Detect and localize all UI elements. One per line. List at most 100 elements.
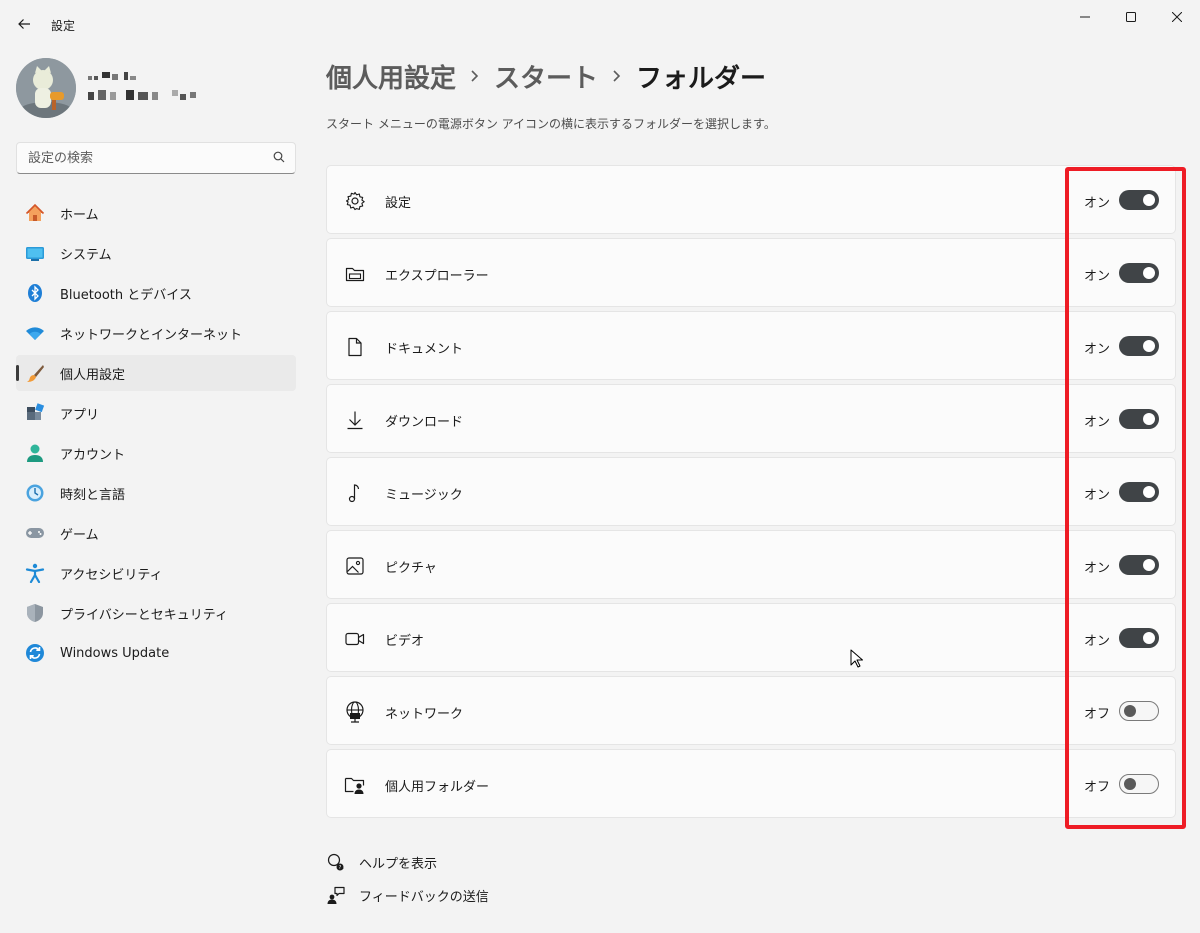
sidebar-item-time-language[interactable]: 時刻と言語 xyxy=(16,475,296,511)
sidebar-item-label: ゲーム xyxy=(60,527,99,543)
back-button[interactable] xyxy=(10,10,38,38)
search-icon xyxy=(273,151,285,163)
folder-label: ピクチャ xyxy=(385,561,437,576)
folder-label: ネットワーク xyxy=(385,707,464,722)
folder-label: エクスプローラー xyxy=(385,269,489,284)
folder-label: ビデオ xyxy=(385,634,425,649)
toggle-state-text: オン xyxy=(1084,415,1111,430)
folder-label: 個人用フォルダー xyxy=(385,780,490,795)
brush-icon xyxy=(25,363,45,383)
toggle-state-text: オン xyxy=(1084,342,1111,357)
toggle-state-text: オン xyxy=(1084,634,1111,649)
maximize-icon xyxy=(1126,12,1136,22)
feedback-icon xyxy=(326,885,346,905)
folder-row-music: ミュージック オン xyxy=(326,457,1176,526)
video-icon xyxy=(344,628,366,650)
minimize-button[interactable] xyxy=(1062,0,1108,34)
toggle-switch[interactable] xyxy=(1119,336,1159,356)
picture-icon xyxy=(344,555,366,577)
toggle-state-text: オン xyxy=(1084,269,1111,284)
back-arrow-icon xyxy=(18,19,30,29)
folder-label: 設定 xyxy=(385,196,412,211)
sidebar-item-network[interactable]: ネットワークとインターネット xyxy=(16,315,296,351)
folder-row-downloads: ダウンロード オン xyxy=(326,384,1176,453)
sidebar-item-label: ホーム xyxy=(60,207,99,223)
folder-row-personal-folder: 個人用フォルダー オフ xyxy=(326,749,1176,818)
mouse-cursor-icon xyxy=(850,649,863,668)
breadcrumb-personalization[interactable]: 個人用設定 xyxy=(326,58,456,95)
network-globe-icon xyxy=(344,701,366,723)
help-link[interactable]: ? ヘルプを表示 xyxy=(326,848,489,876)
account-icon xyxy=(25,443,45,463)
toggle-knob xyxy=(1143,267,1155,279)
svg-text:?: ? xyxy=(339,865,342,871)
music-note-icon xyxy=(344,482,366,504)
folder-label: ドキュメント xyxy=(385,342,464,357)
feedback-link[interactable]: フィードバックの送信 xyxy=(326,881,489,909)
file-explorer-icon xyxy=(344,263,366,285)
toggle-state-text: オン xyxy=(1084,196,1111,211)
sidebar-item-bluetooth[interactable]: Bluetooth とデバイス xyxy=(16,275,296,311)
sidebar-item-label: Windows Update xyxy=(60,645,170,661)
breadcrumb-start[interactable]: スタート xyxy=(494,58,598,95)
user-info-redacted xyxy=(88,72,196,100)
toggle-knob xyxy=(1143,632,1155,644)
feedback-link-label: フィードバックの送信 xyxy=(359,889,489,905)
footer-links: ? ヘルプを表示 フィードバックの送信 xyxy=(326,848,489,914)
close-icon xyxy=(1172,12,1182,22)
toggle-switch[interactable] xyxy=(1119,409,1159,429)
sidebar-item-windows-update[interactable]: Windows Update xyxy=(16,635,296,671)
sidebar-item-accessibility[interactable]: アクセシビリティ xyxy=(16,555,296,591)
toggle-switch[interactable] xyxy=(1119,482,1159,502)
sidebar-item-accounts[interactable]: アカウント xyxy=(16,435,296,471)
minimize-icon xyxy=(1080,16,1090,18)
sidebar-item-home[interactable]: ホーム xyxy=(16,195,296,231)
sidebar-item-privacy-security[interactable]: プライバシーとセキュリティ xyxy=(16,595,296,631)
folder-row-pictures: ピクチャ オン xyxy=(326,530,1176,599)
toggle-switch[interactable] xyxy=(1119,263,1159,283)
sidebar-item-gaming[interactable]: ゲーム xyxy=(16,515,296,551)
folder-row-explorer: エクスプローラー オン xyxy=(326,238,1176,307)
toggle-switch[interactable] xyxy=(1119,774,1159,794)
toggle-knob xyxy=(1143,413,1155,425)
sidebar-nav: ホーム システム Bluetooth とデバイス ネットワークとインターネット … xyxy=(16,195,296,675)
toggle-state-text: オフ xyxy=(1084,780,1111,795)
help-icon: ? xyxy=(326,852,346,872)
document-icon xyxy=(344,336,366,358)
system-icon xyxy=(25,243,45,263)
search-input[interactable] xyxy=(17,143,257,173)
sidebar-item-apps[interactable]: アプリ xyxy=(16,395,296,431)
sidebar-item-label: ネットワークとインターネット xyxy=(60,327,243,343)
help-link-label: ヘルプを表示 xyxy=(359,856,438,872)
search-box[interactable] xyxy=(16,142,296,174)
toggle-switch[interactable] xyxy=(1119,190,1159,210)
accessibility-icon xyxy=(25,563,45,583)
toggle-knob xyxy=(1143,340,1155,352)
close-button[interactable] xyxy=(1154,0,1200,34)
folder-list: 設定 オン エクスプローラー オン ドキュメント オン ダウンロード オン ミュ… xyxy=(326,165,1176,822)
folder-row-settings: 設定 オン xyxy=(326,165,1176,234)
download-icon xyxy=(344,409,366,431)
folder-label: ダウンロード xyxy=(385,415,464,430)
folder-row-videos: ビデオ オン xyxy=(326,603,1176,672)
toggle-switch[interactable] xyxy=(1119,555,1159,575)
sidebar-item-label: アクセシビリティ xyxy=(60,567,163,583)
chevron-right-icon xyxy=(470,69,480,83)
page-title: フォルダー xyxy=(636,63,767,94)
time-language-icon xyxy=(25,483,45,503)
toggle-switch[interactable] xyxy=(1119,628,1159,648)
sidebar-item-system[interactable]: システム xyxy=(16,235,296,271)
cat-figure-avatar xyxy=(16,58,76,118)
sidebar-item-personalization[interactable]: 個人用設定 xyxy=(16,355,296,391)
folder-row-network: ネットワーク オフ xyxy=(326,676,1176,745)
toggle-knob xyxy=(1143,486,1155,498)
sidebar-item-label: 時刻と言語 xyxy=(60,487,126,503)
maximize-button[interactable] xyxy=(1108,0,1154,34)
toggle-knob xyxy=(1143,194,1155,206)
shield-icon xyxy=(25,603,45,623)
sidebar-item-label: プライバシーとセキュリティ xyxy=(60,607,228,623)
folder-row-documents: ドキュメント オン xyxy=(326,311,1176,380)
avatar[interactable] xyxy=(16,58,76,118)
toggle-switch[interactable] xyxy=(1119,701,1159,721)
bluetooth-icon xyxy=(25,283,45,303)
